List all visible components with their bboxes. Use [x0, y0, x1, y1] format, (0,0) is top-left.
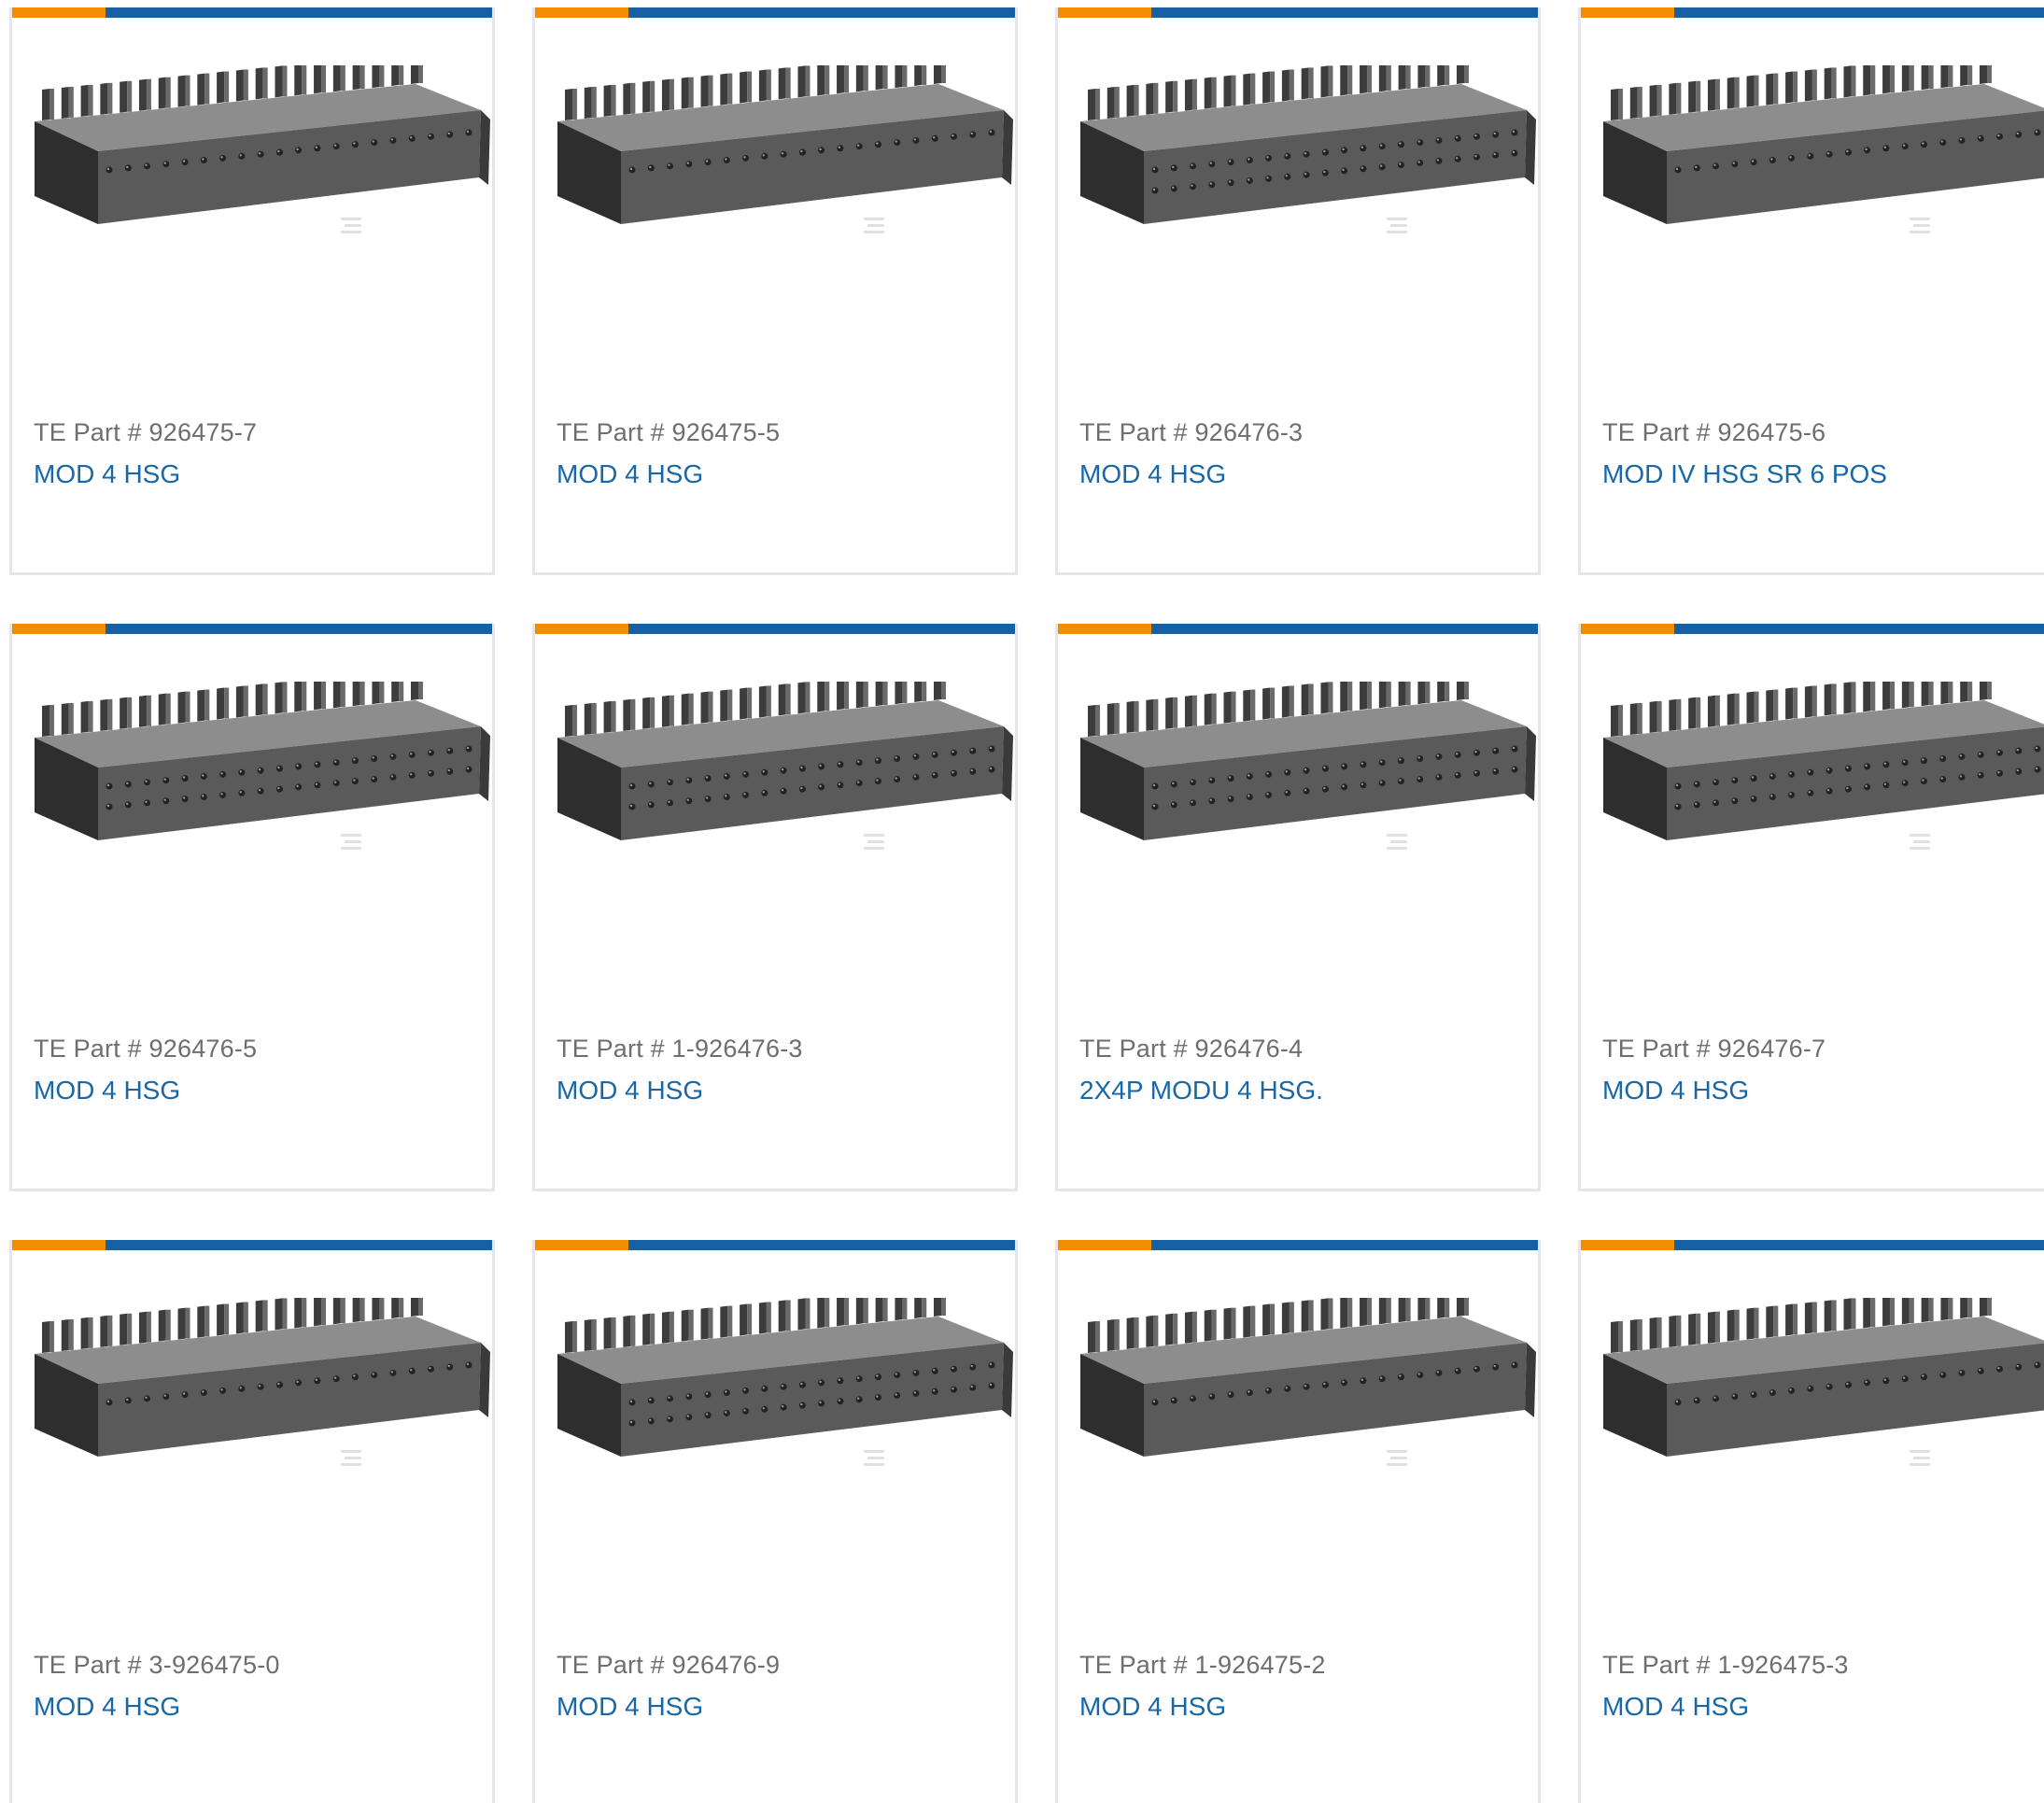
- accent-blue: [1674, 1240, 2044, 1250]
- product-description-link[interactable]: MOD 4 HSG: [34, 1076, 180, 1106]
- product-description-link[interactable]: MOD 4 HSG: [1079, 1692, 1226, 1722]
- accent-blue: [628, 624, 1015, 634]
- product-grid: TE Part # 926475-7 MOD 4 HSG TE Part # 926…: [0, 0, 2044, 1803]
- product-image[interactable]: [1069, 52, 1536, 233]
- product-description-link[interactable]: MOD 4 HSG: [1602, 1076, 1749, 1106]
- product-card[interactable]: TE Part # 926476-7 MOD 4 HSG: [1578, 624, 2044, 1191]
- product-description-link[interactable]: MOD 4 HSG: [1079, 459, 1226, 489]
- product-image[interactable]: [23, 1285, 490, 1466]
- product-description-link[interactable]: MOD 4 HSG: [557, 459, 703, 489]
- accent-blue: [628, 1240, 1015, 1250]
- part-number: TE Part # 926476-5: [34, 1035, 258, 1063]
- product-card[interactable]: TE Part # 1-926476-3 MOD 4 HSG: [532, 624, 1018, 1191]
- card-accent-bar: [1058, 7, 1538, 18]
- product-card[interactable]: TE Part # 1-926475-3 MOD 4 HSG: [1578, 1240, 2044, 1803]
- product-card[interactable]: TE Part # 926476-5 MOD 4 HSG: [9, 624, 495, 1191]
- card-accent-bar: [535, 624, 1015, 634]
- product-image[interactable]: [546, 1285, 1013, 1466]
- accent-blue: [106, 7, 492, 18]
- product-card[interactable]: TE Part # 1-926475-2 MOD 4 HSG: [1055, 1240, 1541, 1803]
- part-number: TE Part # 926475-6: [1602, 418, 1826, 446]
- product-image[interactable]: [546, 52, 1013, 233]
- card-accent-bar: [1581, 7, 2044, 18]
- part-number: TE Part # 926475-5: [557, 418, 781, 446]
- accent-orange: [12, 1240, 106, 1250]
- product-description-link[interactable]: 2X4P MODU 4 HSG.: [1079, 1076, 1323, 1106]
- accent-blue: [628, 7, 1015, 18]
- part-number: TE Part # 1-926475-2: [1079, 1651, 1326, 1679]
- accent-blue: [106, 1240, 492, 1250]
- product-card[interactable]: TE Part # 926476-9 MOD 4 HSG: [532, 1240, 1018, 1803]
- part-number: TE Part # 1-926475-3: [1602, 1651, 1849, 1679]
- product-image[interactable]: [1592, 52, 2044, 233]
- accent-orange: [1581, 7, 1674, 18]
- accent-blue: [1151, 624, 1538, 634]
- product-image[interactable]: [23, 52, 490, 233]
- accent-blue: [1151, 1240, 1538, 1250]
- product-card[interactable]: TE Part # 926475-7 MOD 4 HSG: [9, 7, 495, 575]
- product-image[interactable]: [1069, 1285, 1536, 1466]
- product-image[interactable]: [1069, 669, 1536, 850]
- accent-blue: [1674, 7, 2044, 18]
- part-number: TE Part # 3-926475-0: [34, 1651, 280, 1679]
- card-accent-bar: [535, 7, 1015, 18]
- accent-orange: [1581, 624, 1674, 634]
- product-description-link[interactable]: MOD 4 HSG: [1602, 1692, 1749, 1722]
- part-number: TE Part # 1-926476-3: [557, 1035, 803, 1063]
- product-description-link[interactable]: MOD 4 HSG: [34, 459, 180, 489]
- card-accent-bar: [1581, 624, 2044, 634]
- accent-orange: [1581, 1240, 1674, 1250]
- product-card[interactable]: TE Part # 3-926475-0 MOD 4 HSG: [9, 1240, 495, 1803]
- accent-orange: [12, 7, 106, 18]
- product-card[interactable]: TE Part # 926476-4 2X4P MODU 4 HSG.: [1055, 624, 1541, 1191]
- product-description-link[interactable]: MOD 4 HSG: [557, 1076, 703, 1106]
- product-image[interactable]: [23, 669, 490, 850]
- card-accent-bar: [12, 624, 492, 634]
- card-accent-bar: [1058, 1240, 1538, 1250]
- card-accent-bar: [12, 1240, 492, 1250]
- product-description-link[interactable]: MOD 4 HSG: [557, 1692, 703, 1722]
- product-image[interactable]: [546, 669, 1013, 850]
- product-card[interactable]: TE Part # 926475-5 MOD 4 HSG: [532, 7, 1018, 575]
- product-description-link[interactable]: MOD 4 HSG: [34, 1692, 180, 1722]
- accent-orange: [535, 624, 628, 634]
- card-accent-bar: [1581, 1240, 2044, 1250]
- accent-orange: [1058, 624, 1151, 634]
- accent-blue: [1151, 7, 1538, 18]
- accent-blue: [1674, 624, 2044, 634]
- accent-orange: [1058, 7, 1151, 18]
- accent-orange: [12, 624, 106, 634]
- product-card[interactable]: TE Part # 926475-6 MOD IV HSG SR 6 POS: [1578, 7, 2044, 575]
- part-number: TE Part # 926476-7: [1602, 1035, 1826, 1063]
- accent-blue: [106, 624, 492, 634]
- accent-orange: [535, 1240, 628, 1250]
- product-description-link[interactable]: MOD IV HSG SR 6 POS: [1602, 459, 1887, 489]
- part-number: TE Part # 926475-7: [34, 418, 258, 446]
- part-number: TE Part # 926476-4: [1079, 1035, 1304, 1063]
- card-accent-bar: [1058, 624, 1538, 634]
- product-card[interactable]: TE Part # 926476-3 MOD 4 HSG: [1055, 7, 1541, 575]
- accent-orange: [535, 7, 628, 18]
- card-accent-bar: [535, 1240, 1015, 1250]
- product-image[interactable]: [1592, 669, 2044, 850]
- accent-orange: [1058, 1240, 1151, 1250]
- product-image[interactable]: [1592, 1285, 2044, 1466]
- card-accent-bar: [12, 7, 492, 18]
- part-number: TE Part # 926476-9: [557, 1651, 781, 1679]
- part-number: TE Part # 926476-3: [1079, 418, 1304, 446]
